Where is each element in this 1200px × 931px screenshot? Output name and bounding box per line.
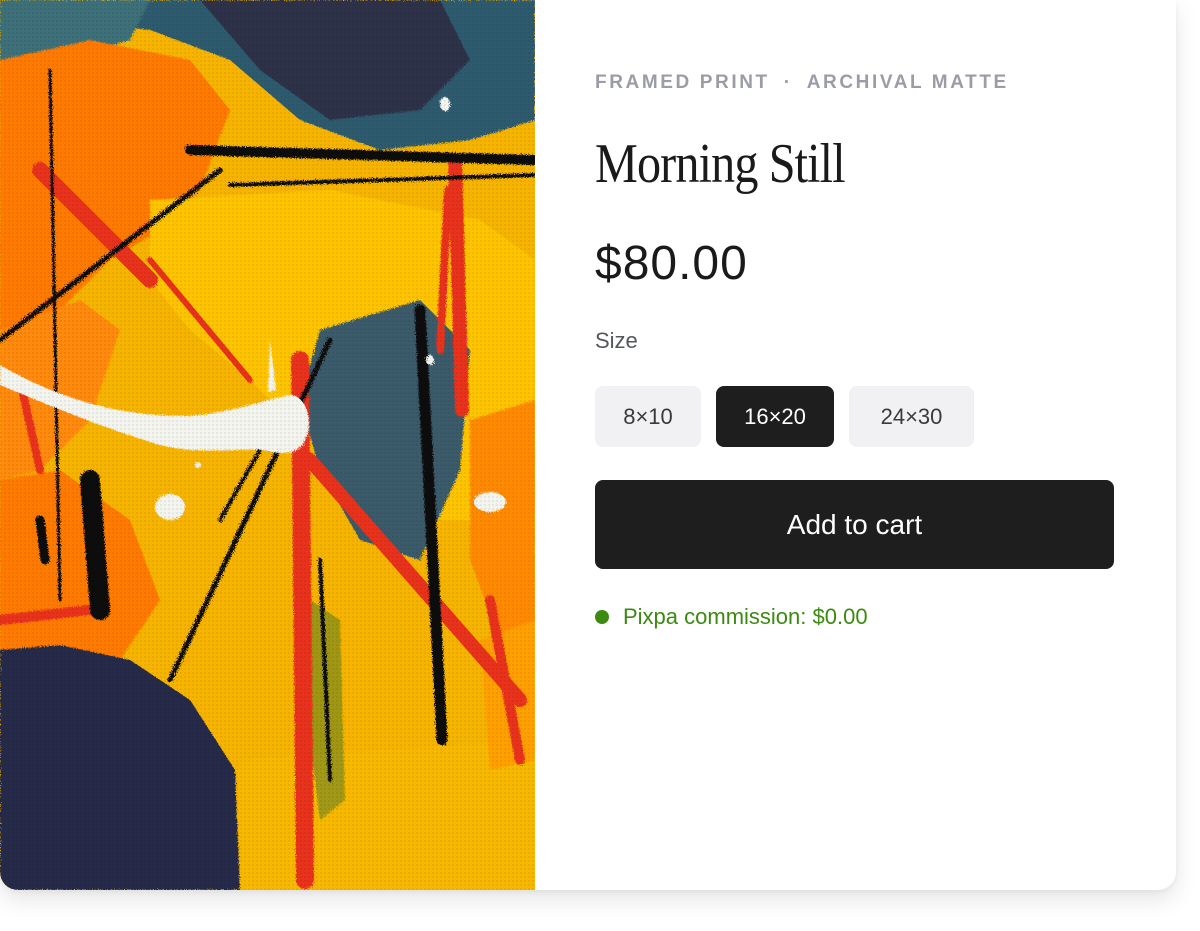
eyebrow-separator: ·: [783, 72, 793, 93]
size-option-8x10[interactable]: 8×10: [595, 386, 701, 447]
artwork-image: [0, 0, 535, 890]
product-finish: ARCHIVAL MATTE: [806, 72, 1009, 93]
commission-status: Pixpa commission: $0.00: [595, 604, 868, 630]
product-format: FRAMED PRINT: [595, 72, 770, 93]
size-option-24x30[interactable]: 24×30: [849, 386, 974, 447]
status-dot-icon: [595, 610, 609, 624]
product-title: Morning Still: [595, 133, 846, 195]
commission-text: Pixpa commission: $0.00: [623, 604, 868, 629]
product-type-label: FRAMED PRINT · ARCHIVAL MATTE: [595, 72, 1009, 94]
size-options: 8×10 16×20 24×30: [595, 386, 974, 447]
add-to-cart-button[interactable]: Add to cart: [595, 480, 1114, 569]
product-price: $80.00: [595, 237, 748, 290]
size-option-16x20[interactable]: 16×20: [716, 386, 834, 447]
product-card: FRAMED PRINT · ARCHIVAL MATTE Morning Stil…: [0, 0, 1176, 890]
size-label: Size: [595, 328, 638, 353]
product-info-panel: FRAMED PRINT · ARCHIVAL MATTE Morning Stil…: [595, 0, 1155, 890]
